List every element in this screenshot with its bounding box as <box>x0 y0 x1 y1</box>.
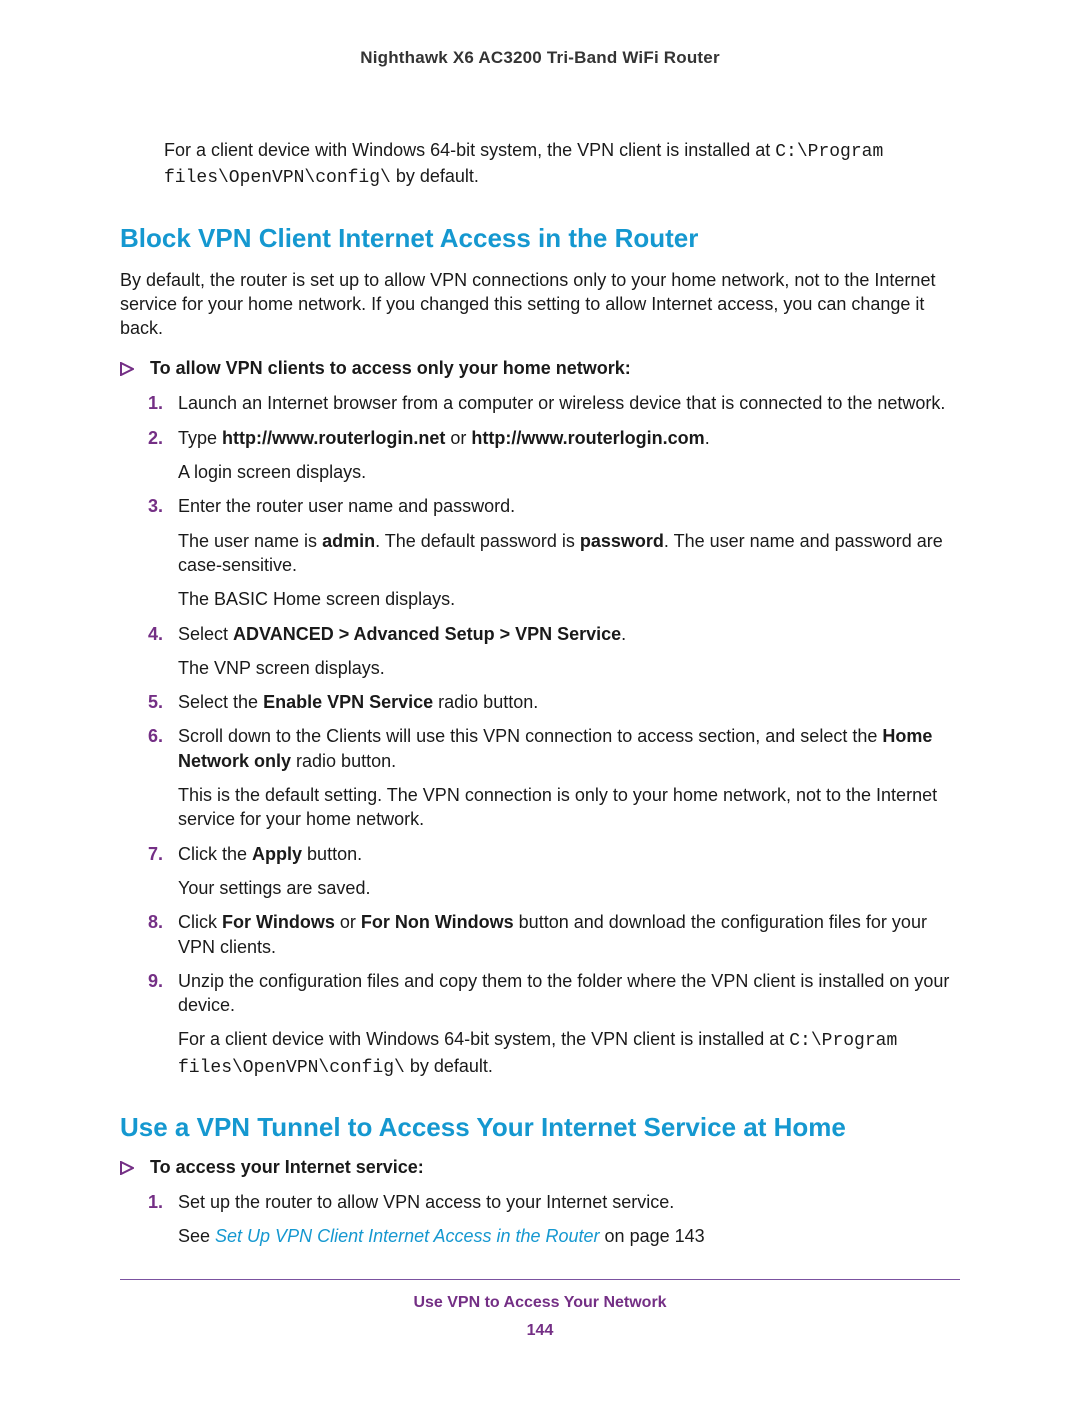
text: radio button. <box>291 751 396 771</box>
text: For a client device with Windows 64-bit … <box>178 1029 789 1049</box>
section-heading-vpn-tunnel: Use a VPN Tunnel to Access Your Internet… <box>120 1112 960 1143</box>
bold-text: Enable VPN Service <box>263 692 433 712</box>
page-footer: Use VPN to Access Your Network 144 <box>120 1294 960 1340</box>
text: Click <box>178 912 222 932</box>
doc-title: Nighthawk X6 AC3200 Tri-Band WiFi Router <box>120 48 960 68</box>
footer-chapter-title: Use VPN to Access Your Network <box>120 1294 960 1312</box>
text: See <box>178 1226 215 1246</box>
step-note: The BASIC Home screen displays. <box>178 587 960 611</box>
text: by default. <box>405 1056 493 1076</box>
bold-text: For Non Windows <box>361 912 514 932</box>
step-6: Scroll down to the Clients will use this… <box>148 724 960 831</box>
step-note: For a client device with Windows 64-bit … <box>178 1027 960 1080</box>
text: Scroll down to the Clients will use this… <box>178 726 882 746</box>
text: by default. <box>391 166 479 186</box>
text: Launch an Internet browser from a comput… <box>178 393 945 413</box>
bold-text: Apply <box>252 844 302 864</box>
step-note: See Set Up VPN Client Internet Access in… <box>178 1224 960 1248</box>
step-4: Select ADVANCED > Advanced Setup > VPN S… <box>148 622 960 681</box>
text: . The default password is <box>375 531 580 551</box>
procedure-heading: To allow VPN clients to access only your… <box>120 358 960 379</box>
step-8: Click For Windows or For Non Windows but… <box>148 910 960 959</box>
step-5: Select the Enable VPN Service radio butt… <box>148 690 960 714</box>
step-note: The user name is admin. The default pass… <box>178 529 960 578</box>
procedure-steps: Launch an Internet browser from a comput… <box>148 391 960 1080</box>
triangle-bullet-icon <box>120 362 134 376</box>
step-1: Set up the router to allow VPN access to… <box>148 1190 960 1249</box>
procedure-heading: To access your Internet service: <box>120 1157 960 1178</box>
bold-text: ADVANCED > Advanced Setup > VPN Service <box>233 624 621 644</box>
procedure-steps: Set up the router to allow VPN access to… <box>148 1190 960 1249</box>
section-description: By default, the router is set up to allo… <box>120 268 960 341</box>
step-note: Your settings are saved. <box>178 876 960 900</box>
text: Unzip the configuration files and copy t… <box>178 971 949 1015</box>
text: or <box>445 428 471 448</box>
text: The user name is <box>178 531 322 551</box>
step-7: Click the Apply button. Your settings ar… <box>148 842 960 901</box>
section-heading-block-vpn: Block VPN Client Internet Access in the … <box>120 223 960 254</box>
step-9: Unzip the configuration files and copy t… <box>148 969 960 1080</box>
bold-text: password <box>580 531 664 551</box>
bold-text: http://www.routerlogin.net <box>222 428 445 448</box>
text: Enter the router user name and password. <box>178 496 515 516</box>
text: Select <box>178 624 233 644</box>
text: button. <box>302 844 362 864</box>
cross-reference-link[interactable]: Set Up VPN Client Internet Access in the… <box>215 1226 600 1246</box>
step-3: Enter the router user name and password.… <box>148 494 960 611</box>
intro-paragraph: For a client device with Windows 64-bit … <box>164 138 960 191</box>
triangle-bullet-icon <box>120 1161 134 1175</box>
step-note: This is the default setting. The VPN con… <box>178 783 960 832</box>
document-page: Nighthawk X6 AC3200 Tri-Band WiFi Router… <box>0 0 1080 1410</box>
text: or <box>335 912 361 932</box>
step-2: Type http://www.routerlogin.net or http:… <box>148 426 960 485</box>
text: Select the <box>178 692 263 712</box>
bold-text: admin <box>322 531 375 551</box>
text: Set up the router to allow VPN access to… <box>178 1192 674 1212</box>
procedure-heading-text: To allow VPN clients to access only your… <box>150 358 631 378</box>
text: . <box>621 624 626 644</box>
text: Type <box>178 428 222 448</box>
bold-text: http://www.routerlogin.com <box>471 428 704 448</box>
step-note: A login screen displays. <box>178 460 960 484</box>
procedure-heading-text: To access your Internet service: <box>150 1157 424 1177</box>
step-note: The VNP screen displays. <box>178 656 960 680</box>
bold-text: For Windows <box>222 912 335 932</box>
footer-divider <box>120 1279 960 1280</box>
text: . <box>705 428 710 448</box>
text: on page 143 <box>600 1226 705 1246</box>
text: For a client device with Windows 64-bit … <box>164 140 775 160</box>
step-1: Launch an Internet browser from a comput… <box>148 391 960 415</box>
text: Click the <box>178 844 252 864</box>
text: radio button. <box>433 692 538 712</box>
page-number: 144 <box>120 1322 960 1340</box>
